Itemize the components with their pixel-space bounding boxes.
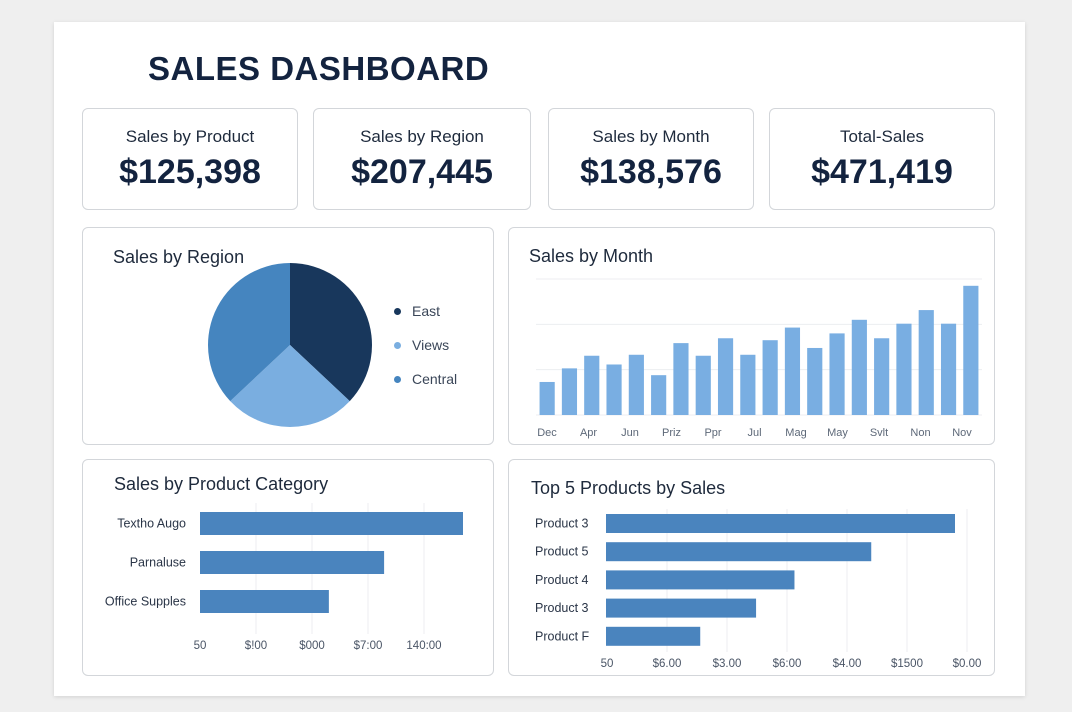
bar-rect bbox=[200, 590, 329, 613]
bar-category-label: Product 3 bbox=[535, 601, 589, 615]
category-bar-chart: 50 $!00 $000 $7:00 140:00 Textho Augo Parnalus… bbox=[105, 503, 463, 652]
region-legend: East Views Central bbox=[394, 302, 457, 404]
bar-category-label: Product 3 bbox=[535, 517, 589, 531]
month-bar bbox=[628, 354, 644, 415]
kpi-label: Total-Sales bbox=[839, 127, 925, 146]
bar-tick-label: $4.00 bbox=[833, 658, 862, 670]
month-tick-label: May bbox=[827, 427, 848, 439]
bar-tick-label: $7:00 bbox=[354, 640, 383, 652]
month-tick-label: Priz bbox=[662, 427, 681, 439]
legend-item-east: East bbox=[394, 302, 457, 336]
month-tick-label: Mag bbox=[785, 427, 806, 439]
region-pie-chart bbox=[208, 263, 372, 427]
month-bar bbox=[762, 340, 778, 415]
bar-tick-label: $6.00 bbox=[653, 658, 682, 670]
month-bar bbox=[740, 354, 756, 415]
month-bar bbox=[874, 338, 890, 415]
bar-rect bbox=[606, 626, 701, 646]
bar-category-label: Product F bbox=[535, 629, 590, 643]
legend-dot-views bbox=[394, 342, 401, 349]
bar-rect bbox=[200, 551, 385, 574]
kpi-value: $207,445 bbox=[351, 153, 493, 191]
legend-label-central: Central bbox=[412, 371, 458, 387]
legend-item-views: Views bbox=[394, 336, 457, 370]
bar-tick-label: 140:00 bbox=[406, 640, 441, 652]
kpi-card-sales-by-product[interactable]: Sales by Product $125,398 bbox=[82, 108, 298, 210]
legend-dot-central bbox=[394, 376, 401, 383]
kpi-label: Sales by Month bbox=[592, 127, 710, 146]
month-bar-chart: Dec Apr Jun Priz Ppr Jul Mag May Svlt Non Nov bbox=[536, 278, 982, 439]
month-bar bbox=[940, 323, 957, 415]
month-tick-label: Non bbox=[910, 427, 930, 439]
kpi-value: $471,419 bbox=[811, 153, 953, 191]
month-bar bbox=[829, 333, 845, 415]
month-bar bbox=[561, 368, 578, 415]
bar-category-label: Product 5 bbox=[535, 545, 589, 559]
bar-rect bbox=[606, 542, 872, 562]
bar-rect bbox=[200, 512, 463, 535]
kpi-card-total-sales[interactable]: Total-Sales $471,419 bbox=[769, 108, 995, 210]
bar-tick-label: $3.00 bbox=[713, 658, 742, 670]
month-bar bbox=[963, 285, 979, 415]
bar-category-label: Textho Augo bbox=[117, 517, 186, 531]
month-bar bbox=[896, 323, 912, 415]
month-tick-label: Dec bbox=[537, 427, 557, 439]
month-bar bbox=[807, 347, 823, 415]
month-bar bbox=[851, 319, 867, 415]
month-tick-label: Apr bbox=[580, 427, 597, 439]
month-tick-label: Nov bbox=[952, 427, 972, 439]
month-tick-label: Svlt bbox=[870, 427, 888, 439]
month-bar bbox=[717, 338, 734, 415]
month-bar bbox=[539, 381, 555, 415]
month-bar bbox=[673, 343, 689, 415]
bar-tick-label: $6:00 bbox=[773, 658, 802, 670]
page-title: SALES DASHBOARD bbox=[148, 50, 490, 87]
bar-rect bbox=[606, 514, 955, 533]
bar-tick-label: 50 bbox=[601, 658, 614, 670]
kpi-card-sales-by-month[interactable]: Sales by Month $138,576 bbox=[548, 108, 754, 210]
bar-tick-label: 50 bbox=[194, 640, 207, 652]
legend-item-central: Central bbox=[394, 370, 457, 404]
bar-rect bbox=[606, 570, 795, 590]
bar-tick-label: $!00 bbox=[245, 640, 267, 652]
kpi-label: Sales by Product bbox=[125, 127, 255, 146]
month-bar bbox=[784, 327, 801, 415]
legend-dot-east bbox=[394, 308, 401, 315]
kpi-label: Sales by Region bbox=[360, 127, 484, 146]
bar-tick-label: $1500 bbox=[891, 658, 923, 670]
kpi-value: $138,576 bbox=[580, 153, 722, 191]
month-bar bbox=[651, 375, 667, 415]
bar-category-label: Product 4 bbox=[535, 573, 589, 587]
month-tick-label: Ppr bbox=[704, 427, 721, 439]
legend-label-views: Views bbox=[412, 337, 450, 353]
month-tick-label: Jun bbox=[621, 427, 639, 439]
month-bar bbox=[606, 364, 622, 415]
bar-rect bbox=[606, 598, 757, 618]
bar-tick-label: $000 bbox=[299, 640, 325, 652]
kpi-value: $125,398 bbox=[119, 153, 261, 191]
bar-tick-label: $0.00 bbox=[953, 658, 982, 670]
kpi-card-sales-by-region[interactable]: Sales by Region $207,445 bbox=[313, 108, 531, 210]
month-bar bbox=[695, 355, 711, 415]
month-bar bbox=[584, 355, 600, 415]
bar-category-label: Parnaluse bbox=[130, 556, 186, 570]
bar-category-label: Office Supples bbox=[105, 595, 186, 609]
legend-label-east: East bbox=[412, 303, 441, 319]
top-products-bar-chart: 50 $6.00 $3.00 $6:00 $4.00 $1500 $0.00 Product … bbox=[535, 509, 982, 670]
month-tick-label: Jul bbox=[747, 427, 761, 439]
month-bar bbox=[918, 310, 934, 415]
